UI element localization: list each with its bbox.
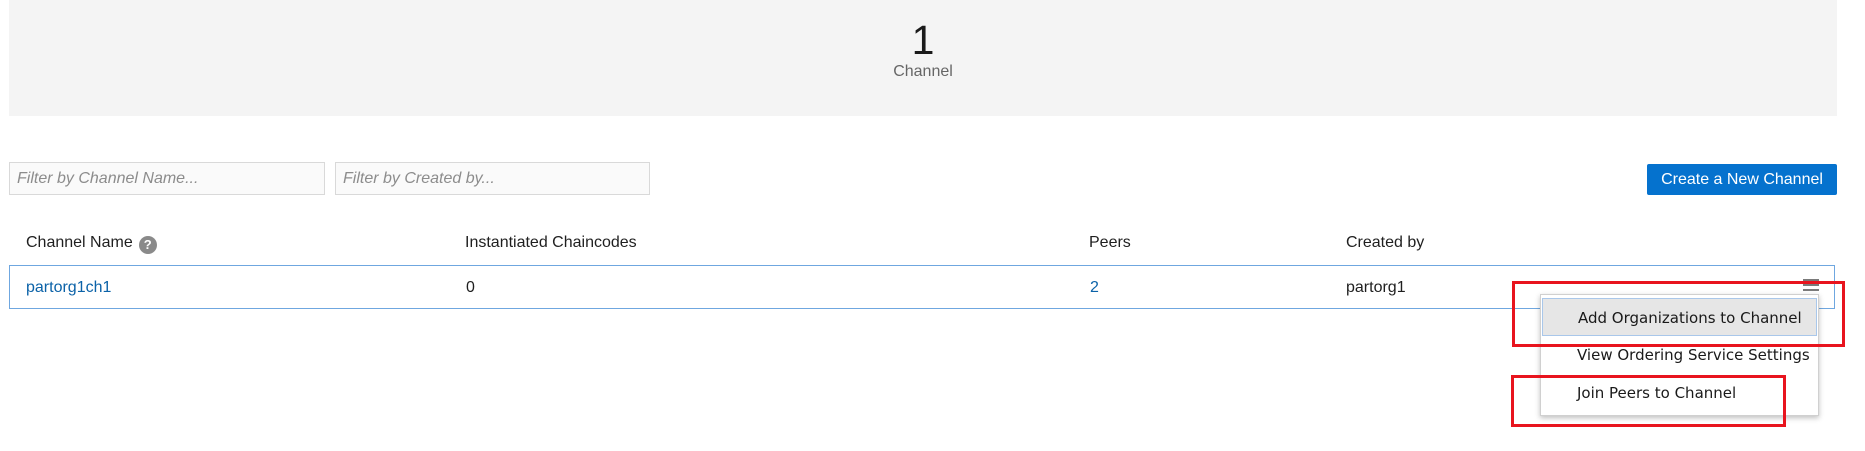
hamburger-menu-icon[interactable] <box>1803 279 1819 291</box>
channel-count: 1 <box>911 17 935 63</box>
column-header-channel-name-label: Channel Name <box>26 234 133 251</box>
filter-channel-name-input[interactable] <box>9 162 325 195</box>
menu-item-add-organizations[interactable]: Add Organizations to Channel <box>1542 298 1817 336</box>
instantiated-chaincodes-value: 0 <box>466 279 475 296</box>
created-by-value: partorg1 <box>1346 279 1406 296</box>
menu-item-view-ordering-service-settings[interactable]: View Ordering Service Settings <box>1542 336 1817 374</box>
channel-summary-panel: 1 Channel <box>9 0 1837 116</box>
channel-count-label: Channel <box>893 63 953 80</box>
column-header-created-by[interactable]: Created by <box>1346 234 1424 252</box>
filter-created-by-input[interactable] <box>335 162 650 195</box>
column-header-peers[interactable]: Peers <box>1089 234 1131 252</box>
channel-name-link[interactable]: partorg1ch1 <box>26 279 111 297</box>
column-header-channel-name[interactable]: Channel Name? <box>26 234 157 254</box>
peers-count-link[interactable]: 2 <box>1090 279 1099 297</box>
help-icon[interactable]: ? <box>138 236 157 254</box>
row-actions-dropdown: Add Organizations to Channel View Orderi… <box>1540 294 1819 416</box>
create-new-channel-button[interactable]: Create a New Channel <box>1647 164 1837 195</box>
menu-item-join-peers[interactable]: Join Peers to Channel <box>1542 374 1817 412</box>
column-header-instantiated-chaincodes[interactable]: Instantiated Chaincodes <box>465 234 637 252</box>
